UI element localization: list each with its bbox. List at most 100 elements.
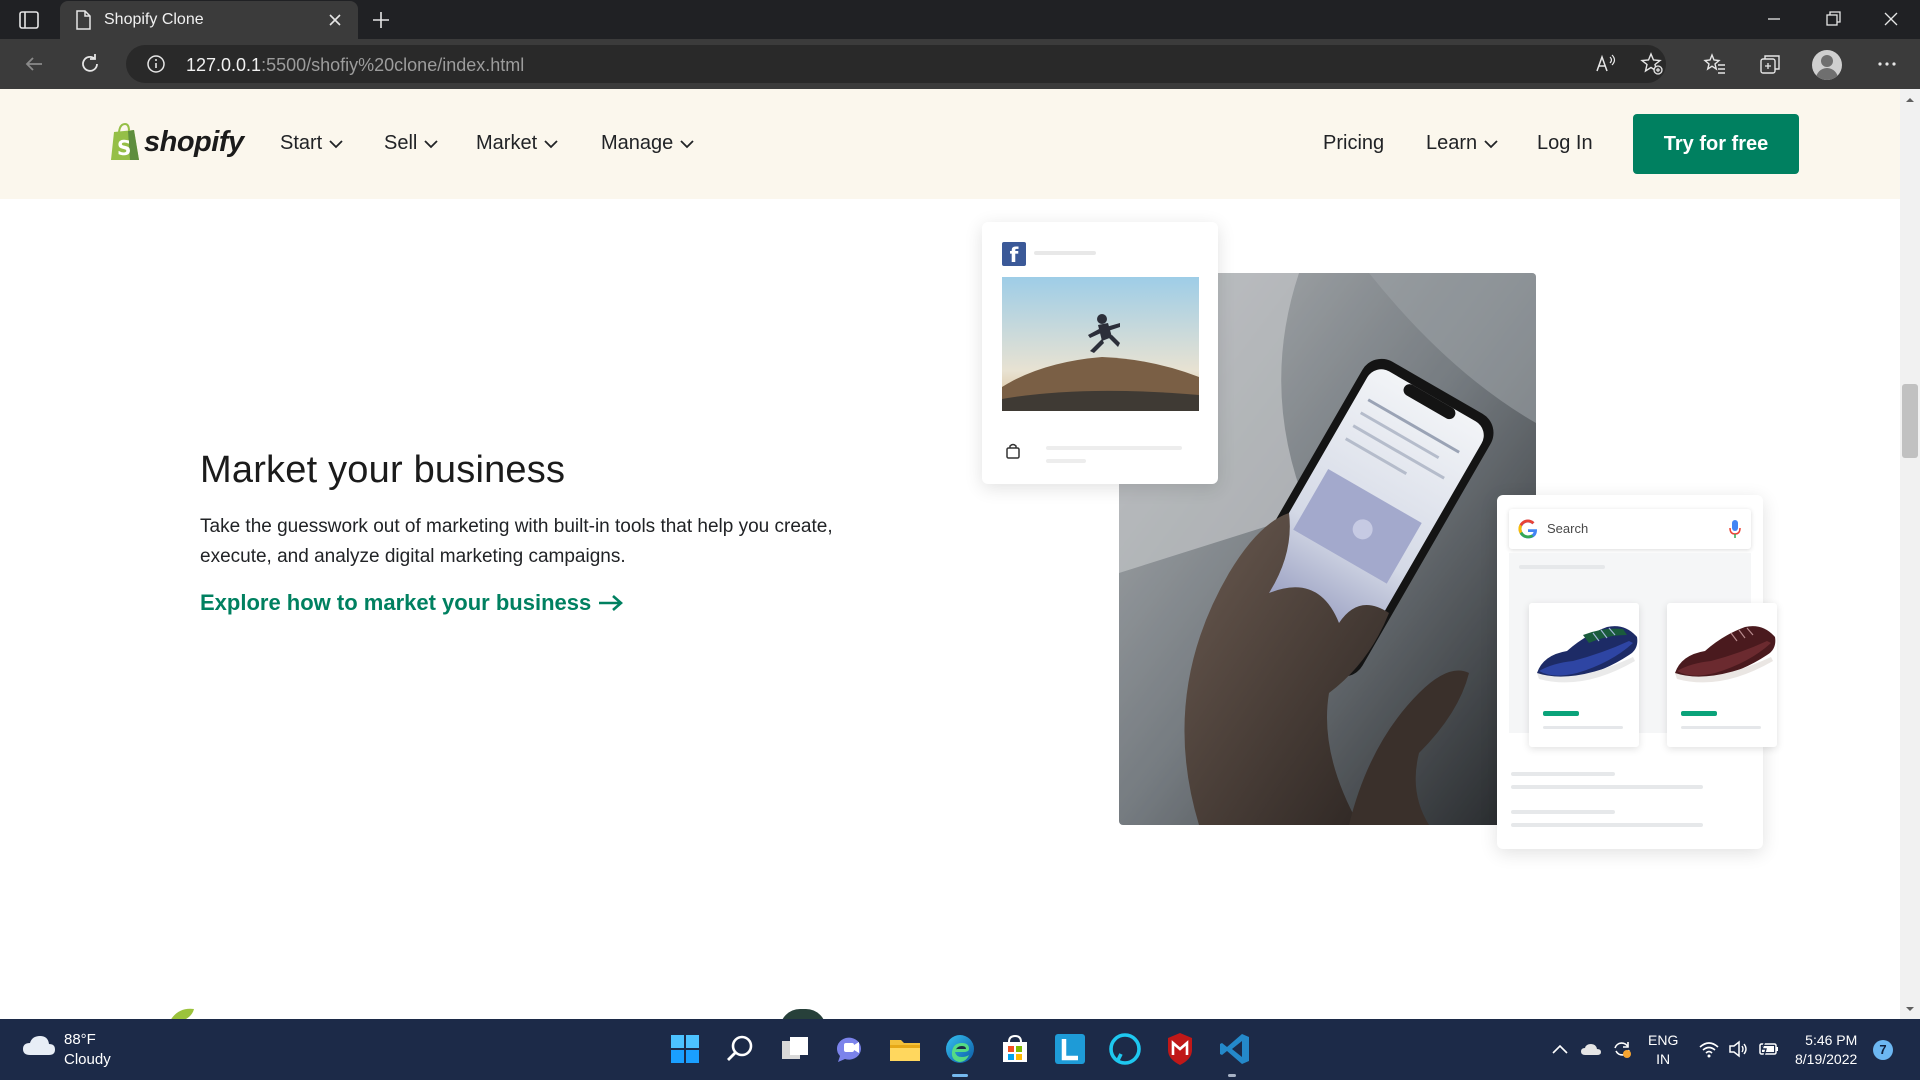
profile-avatar[interactable] [1812,50,1842,80]
avatar [780,1009,826,1019]
nav-label: Market [476,132,538,154]
chevron-down-icon [1484,139,1498,148]
region-code: IN [1656,1051,1671,1067]
task-view-icon[interactable] [778,1032,812,1066]
price-bar [1681,711,1717,716]
url-path: :5500/shofiy%20clone/index.html [261,55,525,75]
scrollbar-thumb[interactable] [1902,384,1918,458]
try-for-free-button[interactable]: Try for free [1633,114,1799,174]
new-tab-icon[interactable] [370,9,392,31]
app-l-icon[interactable] [1053,1032,1087,1066]
minimize-icon[interactable] [1762,8,1786,30]
battery-icon[interactable] [1758,1039,1780,1059]
chevron-down-icon [544,139,558,148]
weather-condition: Cloudy [64,1051,111,1068]
product-card [1529,603,1639,747]
nav-label: Start [280,132,323,154]
nav-learn[interactable]: Learn [1426,132,1499,155]
site-header: S shopify Start Sell Market Manage Prici… [0,89,1900,199]
browser-address-bar: 127.0.0.1:5500/shofiy%20clone/index.html [0,39,1920,89]
shopify-logo[interactable]: S shopify [108,122,244,166]
placeholder-line [1519,565,1605,569]
page-icon [76,10,91,30]
scroll-down-icon[interactable] [1903,1003,1917,1015]
nav-pricing[interactable]: Pricing [1323,132,1384,155]
close-tab-icon[interactable] [326,11,344,29]
chat-icon[interactable] [833,1032,867,1066]
close-window-icon[interactable] [1879,8,1903,30]
edge-browser-icon[interactable] [943,1032,977,1066]
onedrive-icon[interactable] [1580,1039,1602,1059]
volume-icon[interactable] [1728,1039,1750,1059]
favorites-icon[interactable] [1702,51,1728,77]
web-page: S shopify Start Sell Market Manage Prici… [0,89,1900,1019]
nav-market[interactable]: Market [476,132,559,155]
file-explorer-icon[interactable] [888,1032,922,1066]
placeholder-line [1681,726,1761,729]
browser-tab-bar: Shopify Clone [0,0,1920,39]
nav-sell[interactable]: Sell [384,132,439,155]
vscode-icon[interactable] [1218,1032,1252,1066]
url-host: 127.0.0.1 [186,55,262,75]
nav-login[interactable]: Log In [1537,132,1593,155]
language-code: ENG [1648,1032,1679,1048]
url-text: 127.0.0.1:5500/shofiy%20clone/index.html [186,55,524,76]
tab-actions-icon[interactable] [18,9,40,31]
browser-tab[interactable]: Shopify Clone [60,1,358,39]
google-icon [1518,519,1538,539]
chevron-up-icon[interactable] [1549,1039,1571,1059]
nav-label: Learn [1426,132,1478,154]
leaf-icon [171,1008,194,1019]
explore-marketing-link[interactable]: Explore how to market your business [200,590,625,616]
nav-label: Sell [384,132,418,154]
refresh-icon[interactable] [78,52,102,76]
cloud-icon[interactable] [22,1033,56,1057]
nav-label: Manage [601,132,674,154]
placeholder-line [1511,823,1703,827]
placeholder-line [1511,772,1615,776]
sync-icon[interactable] [1611,1039,1633,1059]
placeholder-line [1511,810,1615,814]
windows-taskbar: 88°F Cloudy ENG IN 5:46 PM 8/19/2022 7 [0,1019,1920,1080]
collections-icon[interactable] [1757,51,1783,77]
nav-manage[interactable]: Manage [601,132,695,155]
placeholder-line [1046,459,1086,463]
arrow-right-icon [599,595,624,611]
scroll-up-icon[interactable] [1903,94,1917,106]
price-bar [1543,711,1579,716]
back-icon[interactable] [22,52,46,76]
blue-sneaker-image [1537,626,1638,683]
logo-text: shopify [144,126,244,158]
active-app-indicator [952,1074,968,1077]
nav-start[interactable]: Start [280,132,344,155]
mcafee-icon[interactable] [1163,1032,1197,1066]
system-clock[interactable]: 5:46 PM 8/19/2022 [1795,1031,1857,1069]
search-icon[interactable] [723,1032,757,1066]
google-shopping-card: Search [1497,495,1777,849]
add-favorite-icon[interactable] [1639,51,1665,77]
alexa-icon[interactable] [1108,1032,1142,1066]
shopify-bag-icon: S [111,122,139,160]
notification-badge[interactable]: 7 [1873,1040,1893,1060]
windows-start-icon[interactable] [668,1032,702,1066]
wifi-icon[interactable] [1698,1039,1720,1059]
language-indicator[interactable]: ENG IN [1648,1031,1678,1069]
placeholder-line [1543,726,1623,729]
facebook-icon: f [1002,242,1026,267]
microsoft-store-icon[interactable] [998,1032,1032,1066]
maroon-sneaker-image [1675,626,1776,683]
url-field[interactable]: 127.0.0.1:5500/shofiy%20clone/index.html [126,45,1666,83]
page-scrollbar-track[interactable] [1900,89,1920,1019]
microphone-icon [1729,520,1741,538]
restore-icon[interactable] [1821,8,1845,30]
facebook-ad-card: f [982,222,1218,484]
more-options-icon[interactable] [1874,51,1900,77]
read-aloud-icon[interactable] [1593,51,1619,77]
info-icon[interactable] [146,54,166,74]
chevron-down-icon [329,139,343,148]
placeholder-line [1034,251,1096,255]
product-card [1667,603,1777,747]
chevron-down-icon [424,139,438,148]
tab-title: Shopify Clone [104,11,204,28]
clock-date: 8/19/2022 [1795,1051,1858,1067]
